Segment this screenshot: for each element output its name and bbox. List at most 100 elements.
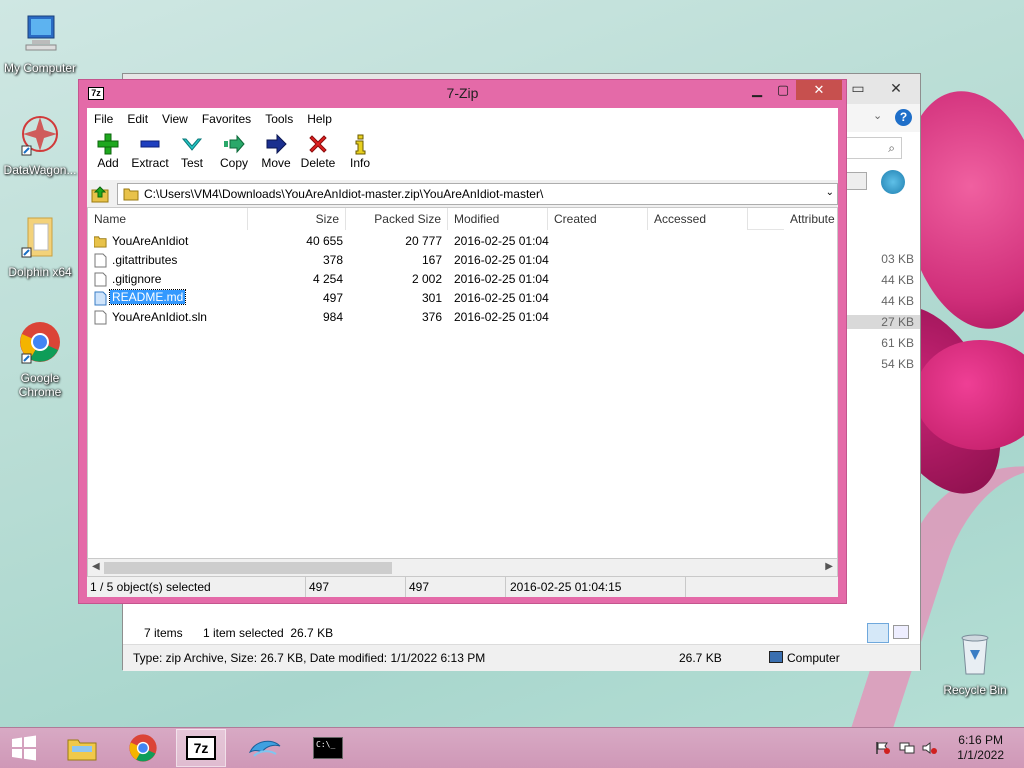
computer-icon bbox=[769, 651, 783, 663]
globe-icon[interactable] bbox=[881, 170, 905, 194]
scrollbar-thumb[interactable] bbox=[104, 562, 392, 574]
list-item-selected[interactable]: README.md 497 301 2016-02-25 01:04 bbox=[88, 289, 837, 308]
desktop-icon-chrome[interactable]: Google Chrome bbox=[0, 320, 80, 399]
type-info: Type: zip Archive, Size: 26.7 KB, Date m… bbox=[133, 651, 486, 665]
search-icon: ⌕ bbox=[888, 141, 895, 155]
column-header-created[interactable]: Created bbox=[548, 208, 648, 230]
file-icon bbox=[94, 253, 107, 268]
view-pane-icon[interactable] bbox=[845, 172, 867, 190]
7zip-client-area: File Edit View Favorites Tools Help Add … bbox=[87, 108, 838, 597]
move-arrow-icon bbox=[266, 133, 287, 155]
list-item[interactable]: YouAreAnIdiot.sln 984 376 2016-02-25 01:… bbox=[88, 308, 837, 327]
scroll-left-icon[interactable]: ◀ bbox=[92, 561, 100, 572]
desktop-icon-my-computer[interactable]: My Computer bbox=[0, 12, 80, 75]
column-header-attribute[interactable]: Attribute bbox=[784, 208, 837, 230]
close-button[interactable]: ✕ bbox=[796, 80, 842, 100]
path-input[interactable]: C:\Users\VM4\Downloads\YouAreAnIdiot-mas… bbox=[117, 183, 838, 205]
taskbar-command-prompt[interactable]: C:\_ bbox=[303, 729, 353, 767]
7zip-titlebar: 7z 7-Zip ▁ ▢ ✕ bbox=[79, 80, 846, 106]
list-item[interactable]: YouAreAnIdiot 40 655 20 777 2016-02-25 0… bbox=[88, 232, 837, 251]
taskbar-file-explorer[interactable] bbox=[57, 729, 107, 767]
chevron-down-icon[interactable]: ⌄ bbox=[873, 109, 882, 122]
file-name: YouAreAnIdiot bbox=[112, 234, 189, 248]
explorer-search-input[interactable]: ⌕ bbox=[845, 137, 902, 159]
column-header-name[interactable]: Name bbox=[88, 208, 248, 230]
taskbar-chrome[interactable] bbox=[118, 729, 168, 767]
menu-favorites[interactable]: Favorites bbox=[195, 112, 258, 126]
desktop-icon-datawagon[interactable]: DataWagon... bbox=[0, 112, 80, 177]
column-header-modified[interactable]: Modified bbox=[448, 208, 548, 230]
taskbar-7zip[interactable]: 7z bbox=[176, 729, 226, 767]
start-button[interactable] bbox=[0, 729, 48, 767]
file-list[interactable]: Name Size Packed Size Modified Created A… bbox=[87, 207, 838, 559]
copy-button[interactable]: Copy bbox=[213, 130, 255, 180]
copy-label: Copy bbox=[219, 156, 248, 170]
clock-time: 6:16 PM bbox=[958, 733, 1003, 747]
file-size: 378 bbox=[322, 253, 343, 267]
file-size: 4 254 bbox=[312, 272, 343, 286]
file-packed-size: 2 002 bbox=[411, 272, 442, 286]
taskbar: 7z C:\_ 6:16 PM 1/1/2022 bbox=[0, 727, 1024, 768]
info-button[interactable]: Info bbox=[339, 130, 381, 180]
explorer-size: 61 KB bbox=[881, 336, 914, 350]
menu-bar: File Edit View Favorites Tools Help bbox=[87, 108, 838, 130]
explorer-close-button[interactable]: ✕ bbox=[881, 77, 911, 99]
column-header-packed-size[interactable]: Packed Size bbox=[346, 208, 448, 230]
menu-view[interactable]: View bbox=[155, 112, 195, 126]
move-button[interactable]: Move bbox=[255, 130, 297, 180]
maximize-button[interactable]: ▢ bbox=[770, 80, 796, 100]
menu-tools[interactable]: Tools bbox=[258, 112, 300, 126]
test-button[interactable]: Test bbox=[171, 130, 213, 180]
recycle-bin-icon bbox=[961, 634, 989, 675]
chrome-icon bbox=[129, 734, 157, 762]
horizontal-scrollbar[interactable]: ◀ ▶ bbox=[87, 559, 838, 577]
explorer-maximize-button[interactable]: ▭ bbox=[843, 77, 873, 99]
scroll-right-icon[interactable]: ▶ bbox=[825, 561, 833, 572]
list-item[interactable]: .gitattributes 378 167 2016-02-25 01:04 bbox=[88, 251, 837, 270]
folder-icon bbox=[123, 188, 139, 201]
file-name: .gitattributes bbox=[112, 253, 178, 267]
test-label: Test bbox=[180, 156, 203, 170]
volume-muted-icon[interactable] bbox=[922, 741, 938, 755]
taskbar-dolphin[interactable] bbox=[240, 729, 290, 767]
clock-date: 1/1/2022 bbox=[957, 748, 1004, 762]
menu-edit[interactable]: Edit bbox=[120, 112, 155, 126]
extract-label: Extract bbox=[131, 156, 169, 170]
tray-clock[interactable]: 6:16 PM 1/1/2022 bbox=[957, 733, 1004, 763]
list-item[interactable]: .gitignore 4 254 2 002 2016-02-25 01:04 bbox=[88, 270, 837, 289]
datawagon-icon bbox=[21, 116, 58, 156]
details-view-icon[interactable] bbox=[867, 623, 889, 643]
column-header-size[interactable]: Size bbox=[248, 208, 346, 230]
toolbar: Add Extract Test Copy Move Delete Info bbox=[87, 130, 838, 180]
column-header-row: Name Size Packed Size Modified Created A… bbox=[88, 208, 837, 230]
column-header-accessed[interactable]: Accessed bbox=[648, 208, 748, 230]
network-icon[interactable] bbox=[899, 741, 915, 755]
menu-help[interactable]: Help bbox=[300, 112, 339, 126]
file-name: .gitignore bbox=[112, 272, 162, 286]
explorer-size: 27 KB bbox=[840, 315, 920, 329]
status-packed-size: 497 bbox=[406, 577, 506, 597]
extract-button[interactable]: Extract bbox=[129, 130, 171, 180]
explorer-details-bar: Type: zip Archive, Size: 26.7 KB, Date m… bbox=[123, 644, 920, 671]
menu-file[interactable]: File bbox=[87, 112, 120, 126]
minimize-button[interactable]: ▁ bbox=[744, 80, 770, 100]
desktop-icon-label: DataWagon... bbox=[3, 163, 77, 177]
window-title: 7-Zip bbox=[446, 85, 479, 101]
7zip-window[interactable]: 7z 7-Zip ▁ ▢ ✕ File Edit View Favorites … bbox=[78, 79, 847, 604]
delete-button[interactable]: Delete bbox=[297, 130, 339, 180]
desktop-icon-recycle-bin[interactable]: Recycle Bin bbox=[935, 630, 1015, 697]
file-size: 40 655 bbox=[306, 234, 343, 248]
file-packed-size: 167 bbox=[421, 253, 442, 267]
cmd-icon: C:\_ bbox=[313, 737, 343, 759]
status-bar: 1 / 5 object(s) selected 497 497 2016-02… bbox=[87, 577, 838, 597]
desktop-icon-dolphin[interactable]: Dolphin x64 bbox=[0, 214, 80, 279]
chevron-down-icon[interactable]: ⌄ bbox=[826, 187, 834, 198]
explorer-size: 54 KB bbox=[881, 357, 914, 371]
file-modified: 2016-02-25 01:04 bbox=[454, 253, 549, 267]
add-button[interactable]: Add bbox=[87, 130, 129, 180]
large-icons-view-icon[interactable] bbox=[893, 625, 909, 639]
action-center-flag-icon[interactable] bbox=[875, 741, 891, 755]
help-icon[interactable]: ? bbox=[895, 109, 912, 126]
up-folder-button[interactable] bbox=[91, 185, 111, 203]
status-selection: 1 / 5 object(s) selected bbox=[87, 577, 306, 597]
